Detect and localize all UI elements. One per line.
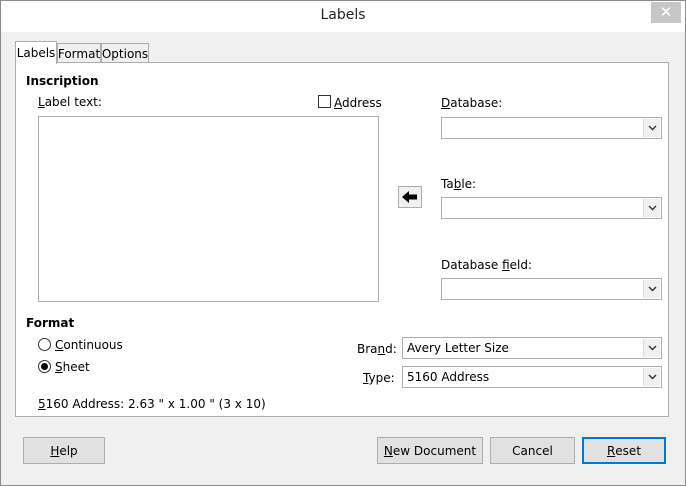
sheet-radio[interactable]	[38, 360, 51, 373]
insert-field-button[interactable]	[398, 186, 422, 208]
cancel-button[interactable]: Cancel	[490, 437, 575, 464]
window-title: Labels	[320, 7, 366, 23]
sheet-radio-label[interactable]: Sheet	[55, 360, 90, 374]
address-checkbox-label[interactable]: Address	[334, 96, 382, 110]
database-label: Database:	[441, 96, 503, 110]
chevron-down-icon	[643, 280, 660, 298]
database-select[interactable]	[441, 117, 662, 139]
chevron-down-icon	[643, 199, 660, 217]
label-text-label: Label text:	[38, 95, 102, 109]
type-label: Type:	[363, 371, 395, 385]
type-select[interactable]: 5160 Address	[402, 366, 662, 388]
format-heading: Format	[26, 316, 75, 330]
chevron-down-icon	[643, 368, 660, 386]
tab-options[interactable]: Options	[101, 43, 149, 63]
label-size-info: 5160 Address: 2.63 " x 1.00 " (3 x 10)	[38, 397, 266, 411]
database-field-label: Database field:	[441, 258, 533, 272]
labels-dialog: Labels ✕ Labels Format Options Inscripti…	[0, 0, 686, 486]
continuous-radio[interactable]	[38, 338, 51, 351]
continuous-radio-label[interactable]: Continuous	[55, 338, 123, 352]
table-label: Table:	[441, 177, 477, 191]
close-button[interactable]: ✕	[651, 2, 681, 23]
address-checkbox[interactable]	[318, 95, 331, 108]
brand-label: Brand:	[357, 342, 397, 356]
chevron-down-icon	[643, 119, 660, 137]
chevron-down-icon	[643, 339, 660, 357]
inscription-heading: Inscription	[26, 74, 99, 88]
brand-select[interactable]: Avery Letter Size	[402, 337, 662, 359]
close-icon: ✕	[659, 3, 673, 21]
database-field-select[interactable]	[441, 278, 662, 300]
label-text-area[interactable]	[38, 116, 379, 302]
title-bar: Labels ✕	[1, 1, 685, 32]
tab-labels[interactable]: Labels	[15, 41, 57, 64]
new-document-button[interactable]: New Document	[377, 437, 483, 464]
table-select[interactable]	[441, 197, 662, 219]
arrow-left-icon	[402, 191, 417, 203]
help-button[interactable]: Help	[23, 437, 105, 464]
reset-button[interactable]: Reset	[582, 437, 666, 464]
tab-format[interactable]: Format	[57, 43, 101, 63]
labels-tab-panel: Inscription Label text: Address Database…	[15, 62, 669, 417]
